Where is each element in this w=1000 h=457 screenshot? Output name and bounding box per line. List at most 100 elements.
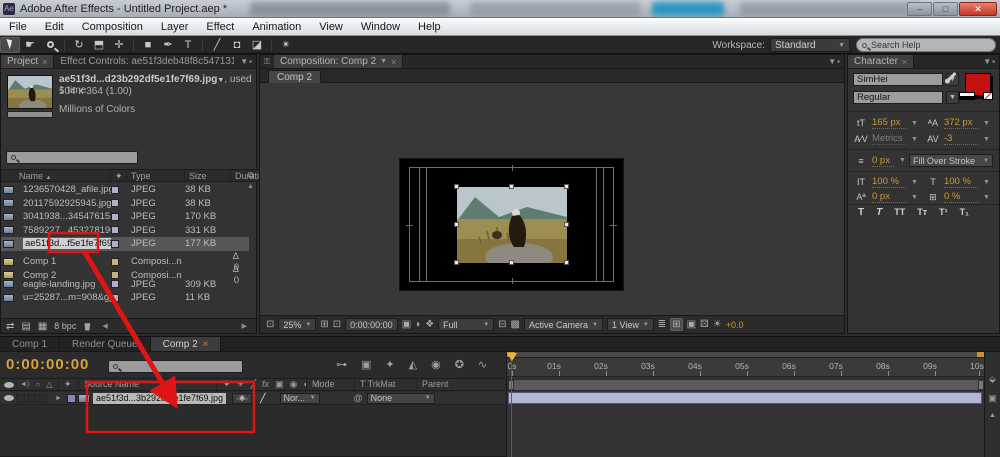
time-ruler[interactable]: 0s 01s 02s 03s 04s 05s 06s 07s 08s 09s 1…	[507, 358, 985, 377]
camera-dropdown[interactable]: Active Camera▼	[524, 318, 603, 331]
column-name[interactable]: Name ▲	[15, 170, 111, 183]
menu-view[interactable]: View	[310, 18, 352, 36]
project-scrollbar[interactable]: ▲	[246, 183, 255, 313]
channels-icon[interactable]: ❖	[425, 319, 434, 330]
mini-flowchart-icon[interactable]: ▣	[687, 319, 696, 330]
column-size[interactable]: Size	[185, 170, 231, 183]
lock-icon[interactable]: ⚿	[260, 55, 274, 68]
layer-source-name[interactable]: ae51f3d...3b292df5e1fe7f69.jpg	[93, 393, 226, 404]
tab-comp2[interactable]: Comp 2×	[151, 337, 222, 351]
composition-frame[interactable]	[399, 158, 624, 291]
font-size-value[interactable]: 165 px	[872, 117, 906, 129]
shy-switch-icon[interactable]: ✦	[223, 379, 231, 390]
close-icon[interactable]: ×	[391, 55, 396, 69]
eagle-layer-image[interactable]	[457, 187, 567, 263]
tab-project[interactable]: Project×	[1, 55, 54, 68]
no-stroke-swatch[interactable]	[983, 92, 993, 100]
tab-comp1[interactable]: Comp 1	[0, 337, 60, 351]
shy-layers-icon[interactable]: ✦	[385, 358, 394, 371]
project-row[interactable]: 7589227...453278195_2.jpg JPEG331 KB	[1, 224, 249, 238]
selection-handle[interactable]	[454, 184, 459, 189]
always-preview-icon[interactable]: ⊡	[266, 319, 274, 330]
selection-handle[interactable]	[564, 184, 569, 189]
camera-tool-icon[interactable]: ⬒	[89, 37, 109, 53]
project-search-input[interactable]	[19, 153, 119, 163]
chevron-down-icon[interactable]: ▼	[983, 120, 990, 127]
type-tool-icon[interactable]: T	[178, 37, 198, 53]
flowchart-icon[interactable]: ⚄	[700, 319, 709, 330]
selection-handle[interactable]	[564, 260, 569, 265]
small-caps-button[interactable]: Tᴛ	[917, 207, 927, 218]
layer-quality-icon[interactable]: ╱	[260, 393, 265, 404]
audio-column-icon[interactable]: ◄)	[20, 381, 29, 388]
layer-lock-cell[interactable]	[38, 394, 47, 403]
comp-flowchart-icon[interactable]: ⊞	[670, 318, 682, 331]
interpret-footage-icon[interactable]: ⇄	[6, 321, 14, 332]
draft-3d-icon[interactable]: ▣	[361, 358, 371, 371]
mode-column[interactable]: Mode	[306, 378, 354, 391]
project-row[interactable]: u=25287...m=908&gp=0.jpg JPEG11 KB	[1, 291, 249, 305]
pan-behind-tool-icon[interactable]: ✛	[109, 37, 129, 53]
label-chip[interactable]	[111, 271, 119, 279]
fast-preview-icon[interactable]: ⊟	[498, 319, 506, 330]
rotate-tool-icon[interactable]: ↻	[69, 37, 89, 53]
stroke-mode-dropdown[interactable]: Fill Over Stroke▼	[909, 154, 993, 167]
menu-animation[interactable]: Animation	[243, 18, 310, 36]
tab-composition[interactable]: Composition: Comp 2 ▼ ×	[274, 55, 403, 68]
menu-effect[interactable]: Effect	[197, 18, 243, 36]
project-row[interactable]: Comp 1 Composi...nΔ 0	[1, 251, 249, 265]
project-flowchart-icon[interactable]: ⧉	[248, 170, 254, 181]
close-icon[interactable]: ×	[42, 55, 47, 69]
stamp-tool-icon[interactable]: ◘	[227, 37, 247, 53]
solo-column-icon[interactable]: ○	[35, 380, 40, 389]
source-name-column[interactable]: Source Name	[78, 378, 216, 391]
menu-help[interactable]: Help	[409, 18, 450, 36]
panel-menu-icon[interactable]: ▼▪	[983, 57, 996, 66]
exposure-value[interactable]: +0.0	[726, 320, 744, 330]
new-folder-icon[interactable]: ▤	[21, 321, 30, 332]
selection-tool-icon[interactable]	[0, 37, 20, 53]
selection-handle[interactable]	[454, 260, 459, 265]
layer-switches-chip[interactable]: -✱-	[232, 393, 252, 404]
stroke-width-value[interactable]: 0 px	[872, 155, 894, 167]
faux-italic-button[interactable]: T	[876, 207, 882, 218]
chevron-down-icon[interactable]: ▼	[983, 194, 990, 201]
help-search-box[interactable]	[856, 38, 996, 52]
effects-switch-icon[interactable]: fx	[262, 379, 269, 390]
puppet-tool-icon[interactable]: ✴	[276, 37, 296, 53]
motion-blur-switch-icon[interactable]: ◉	[290, 379, 298, 390]
menu-file[interactable]: File	[0, 18, 36, 36]
trash-icon[interactable]	[83, 322, 91, 331]
layer-expand-icon[interactable]: ►	[55, 395, 62, 402]
chevron-down-icon[interactable]: ▼	[911, 194, 918, 201]
brainstorm-icon[interactable]: ✪	[455, 358, 464, 371]
shape-tool-icon[interactable]: ■	[138, 37, 158, 53]
column-label[interactable]: ✦	[111, 170, 127, 183]
zoom-tool-icon[interactable]	[40, 37, 60, 53]
selection-handle[interactable]	[454, 222, 459, 227]
marker-bin-icon[interactable]: ⬙	[989, 374, 996, 385]
transparency-grid-icon[interactable]: ▩	[511, 319, 520, 330]
hand-tool-icon[interactable]: ☛	[20, 37, 40, 53]
magnification-dropdown[interactable]: 25%▼	[278, 318, 316, 331]
project-row[interactable]: eagle-landing.jpg JPEG309 KB	[1, 278, 249, 292]
work-area-bar[interactable]	[507, 379, 985, 391]
timeline-track-area[interactable]: 0s 01s 02s 03s 04s 05s 06s 07s 08s 09s 1…	[506, 352, 984, 457]
label-chip[interactable]	[111, 186, 119, 194]
grid-guides-icon[interactable]: ⊞	[320, 319, 328, 330]
kerning-value[interactable]: Metrics	[872, 133, 906, 145]
tab-character[interactable]: Character×	[848, 55, 914, 68]
brush-tool-icon[interactable]: ╱	[207, 37, 227, 53]
label-chip[interactable]	[111, 213, 119, 221]
pen-tool-icon[interactable]: ✒	[158, 37, 178, 53]
graph-editor-icon[interactable]: ∿	[478, 358, 487, 371]
help-search-input[interactable]	[871, 40, 981, 50]
project-row[interactable]: 1236570428_afile.jpg JPEG38 KB	[1, 183, 249, 197]
label-chip[interactable]	[111, 258, 119, 266]
chevron-down-icon[interactable]: ▼	[911, 120, 918, 127]
column-type[interactable]: Type	[127, 170, 185, 183]
new-composition-icon[interactable]: ▦	[38, 321, 47, 332]
current-time-display[interactable]: 0:00:00:00	[345, 318, 398, 331]
composition-mini-flowchart-icon[interactable]: ⊶	[336, 358, 347, 371]
menu-composition[interactable]: Composition	[73, 18, 152, 36]
